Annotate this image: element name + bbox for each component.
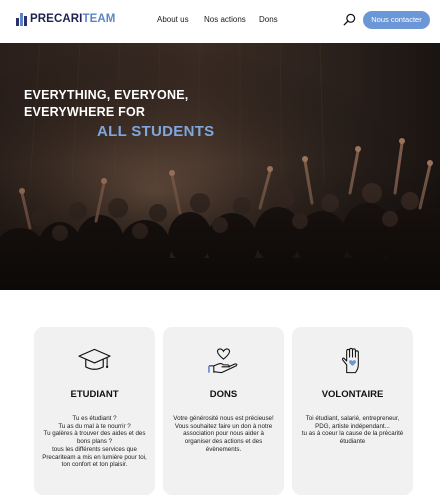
logo-bars-icon: [16, 12, 27, 26]
card-description: Toi étudiant, salarié, entrepreneur, PDG…: [301, 415, 404, 446]
hand-heart-volunteer-icon: [341, 347, 359, 374]
logo-text-part2: TEAM: [82, 13, 116, 25]
nav-link-nos-actions[interactable]: Nos actions: [204, 15, 246, 24]
hero-title-line-2: EVERYWHERE FOR: [24, 105, 146, 119]
card-etudiant[interactable]: ETUDIANT Tu es étudiant ? Tu as du mal à…: [34, 327, 155, 495]
card-title: DONS: [209, 389, 238, 400]
card-dons[interactable]: DONS Votre générosité nous est précieuse…: [163, 327, 284, 495]
card-title: ETUDIANT: [70, 389, 119, 400]
card-volontaire[interactable]: VOLONTAIRE Toi étudiant, salarié, entrep…: [292, 327, 413, 495]
logo-text: PRECARITEAM: [30, 13, 115, 25]
contact-button[interactable]: Nous contacter: [363, 11, 430, 29]
graduation-cap-icon: [78, 348, 111, 370]
card-title: VOLONTAIRE: [321, 389, 384, 400]
hero-banner: EVERYTHING, EVERYONE, EVERYWHERE FOR ALL…: [0, 43, 440, 290]
search-icon[interactable]: [343, 13, 356, 26]
hero-accent-text: ALL STUDENTS: [97, 123, 215, 140]
card-description: Tu es étudiant ? Tu as du mal à te nourr…: [42, 415, 147, 469]
card-description: Votre générosité nous est précieuse! Vou…: [173, 415, 274, 453]
logo-text-part1: PRECARI: [30, 13, 83, 25]
site-header: PRECARITEAM About us Nos actions Dons No…: [0, 0, 440, 43]
logo[interactable]: PRECARITEAM: [16, 12, 115, 26]
hero-crowd-image: [0, 43, 440, 290]
nav-link-about-us[interactable]: About us: [157, 15, 189, 24]
hero-title: EVERYTHING, EVERYONE, EVERYWHERE FOR: [24, 87, 188, 121]
nav-link-dons[interactable]: Dons: [259, 15, 278, 24]
hero-title-line-1: EVERYTHING, EVERYONE,: [24, 88, 189, 102]
services-section: ETUDIANT Tu es étudiant ? Tu as du mal à…: [0, 290, 440, 500]
hand-heart-icon: [208, 348, 238, 374]
